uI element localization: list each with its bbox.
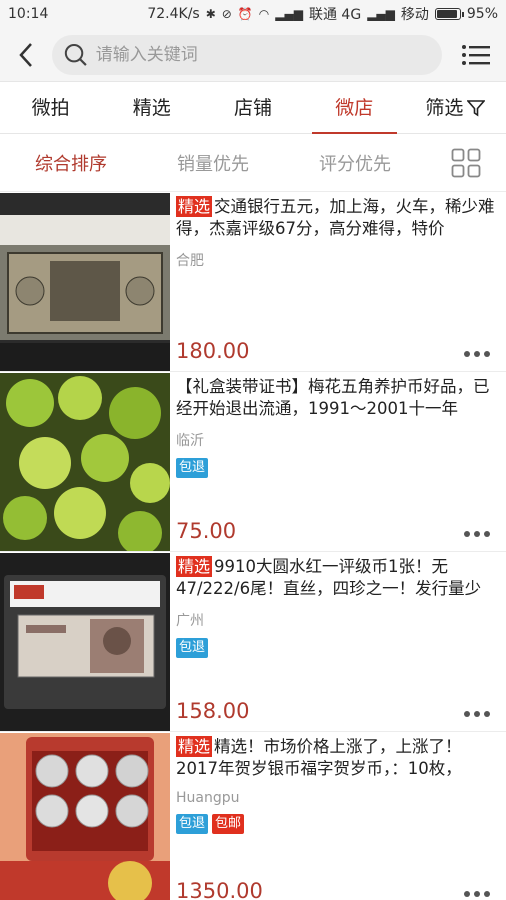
sort-bar: 综合排序 销量优先 评分优先 [0,134,506,192]
product-title-text: 精选！市场价格上涨了，上涨了！2017年贺岁银币福字贺岁币，：10枚， [176,737,462,778]
product-info: 精选 9910大圆水红一评级币1张！无47/222/6尾！直丝，四珍之一！发行量少… [170,552,506,731]
search-input[interactable] [95,44,430,65]
featured-tag: 精选 [176,556,213,577]
product-info: 精选 交通银行五元，加上海，火车，稀少难得，杰嘉评级67分，高分难得，特价 合肥 … [170,192,506,371]
wifi-icon: ◠ [258,7,270,21]
product-card[interactable]: 精选 9910大圆水红一评级币1张！无47/222/6尾！直丝，四珍之一！发行量少… [0,552,506,732]
list-menu-icon [462,44,490,65]
filter-label: 筛选 [425,96,464,119]
battery-icon [434,8,464,20]
battery-percent: 95% [466,6,498,22]
featured-tag: 精选 [176,196,213,217]
search-header [0,28,506,82]
tab-jingxuan[interactable]: 精选 [101,82,202,134]
product-card[interactable]: 精选 精选！市场价格上涨了，上涨了！2017年贺岁银币福字贺岁币，：10枚， Hu… [0,732,506,900]
more-options-button[interactable] [464,891,490,897]
product-image[interactable] [0,373,170,551]
product-list: 精选 交通银行五元，加上海，火车，稀少难得，杰嘉评级67分，高分难得，特价 合肥 … [0,192,506,900]
product-info: 精选 精选！市场价格上涨了，上涨了！2017年贺岁银币福字贺岁币，：10枚， Hu… [170,732,506,900]
carrier-2: 移动 [400,7,429,23]
product-image[interactable] [0,553,170,731]
bluetooth-icon: ✱ [205,7,216,21]
free-shipping-badge: 包邮 [212,814,245,834]
alarm-icon: ⏰ [237,7,253,21]
return-badge: 包退 [176,458,209,478]
tab-filter[interactable]: 筛选 [405,82,506,134]
more-dots-icon [464,891,470,897]
product-title-text: 【礼盒装带证书】梅花五角养护币好品，已经开始退出流通，1991～2001十一年 [176,377,490,418]
sort-sales[interactable]: 销量优先 [142,150,284,176]
product-badges: 包退 [176,638,496,658]
signal-icon-2: ▂▄▆ [367,7,395,21]
back-button[interactable] [10,35,42,75]
more-options-button[interactable] [464,351,490,357]
product-title[interactable]: 【礼盒装带证书】梅花五角养护币好品，已经开始退出流通，1991～2001十一年 [176,376,496,420]
product-price: 75.00 [176,519,237,543]
more-options-button[interactable] [464,531,490,537]
product-badges: 包退 [176,458,496,478]
list-menu-button[interactable] [456,35,496,75]
product-info: 【礼盒装带证书】梅花五角养护币好品，已经开始退出流通，1991～2001十一年 … [170,372,506,551]
more-options-button[interactable] [464,711,490,717]
signal-icon-1: ▂▄▆ [275,7,303,21]
more-dots-icon [464,711,470,717]
product-location: 广州 [176,613,204,629]
search-box[interactable] [52,34,442,75]
status-indicators: 72.4K/s ✱ ⊘ ⏰ ◠ ▂▄▆ 联通 4G ▂▄▆ 移动 95% [147,4,498,24]
tab-weidian[interactable]: 微店 [304,82,405,134]
product-title[interactable]: 精选 9910大圆水红一评级币1张！无47/222/6尾！直丝，四珍之一！发行量少 [176,556,496,600]
product-image[interactable] [0,733,170,900]
back-arrow-icon [19,42,32,67]
product-location: 合肥 [176,253,204,269]
product-badges: 包退 包邮 [176,814,496,834]
tab-dianpu[interactable]: 店铺 [202,82,303,134]
product-title-text: 9910大圆水红一评级币1张！无47/222/6尾！直丝，四珍之一！发行量少 [176,557,482,598]
mute-icon: ⊘ [221,7,232,21]
return-badge: 包退 [176,638,209,658]
product-price: 1350.00 [176,879,263,900]
return-badge: 包退 [176,814,209,834]
net-speed: 72.4K/s [147,6,200,22]
product-title[interactable]: 精选 精选！市场价格上涨了，上涨了！2017年贺岁银币福字贺岁币，：10枚， [176,736,496,780]
more-dots-icon [464,531,470,537]
filter-icon [467,99,486,116]
tab-weipai[interactable]: 微拍 [0,82,101,134]
product-price: 158.00 [176,699,250,723]
status-time: 10:14 [8,6,49,22]
product-price: 180.00 [176,339,250,363]
sort-comprehensive[interactable]: 综合排序 [0,150,142,176]
product-title-text: 交通银行五元，加上海，火车，稀少难得，杰嘉评级67分，高分难得，特价 [176,197,495,238]
product-location: 临沂 [176,433,204,449]
sort-rating[interactable]: 评分优先 [284,150,426,176]
carrier-1: 联通 4G [308,7,362,23]
grid-view-button[interactable] [426,148,506,178]
product-location: Huangpu [176,790,240,806]
more-dots-icon [464,351,470,357]
product-card[interactable]: 精选 交通银行五元，加上海，火车，稀少难得，杰嘉评级67分，高分难得，特价 合肥 … [0,192,506,372]
grid-view-icon [451,148,481,177]
product-card[interactable]: 【礼盒装带证书】梅花五角养护币好品，已经开始退出流通，1991～2001十一年 … [0,372,506,552]
status-bar: 10:14 72.4K/s ✱ ⊘ ⏰ ◠ ▂▄▆ 联通 4G ▂▄▆ 移动 9… [0,0,506,28]
product-image[interactable] [0,193,170,371]
product-title[interactable]: 精选 交通银行五元，加上海，火车，稀少难得，杰嘉评级67分，高分难得，特价 [176,196,496,240]
category-tabs: 微拍 精选 店铺 微店 筛选 [0,82,506,134]
search-icon [64,43,87,66]
featured-tag: 精选 [176,736,213,757]
